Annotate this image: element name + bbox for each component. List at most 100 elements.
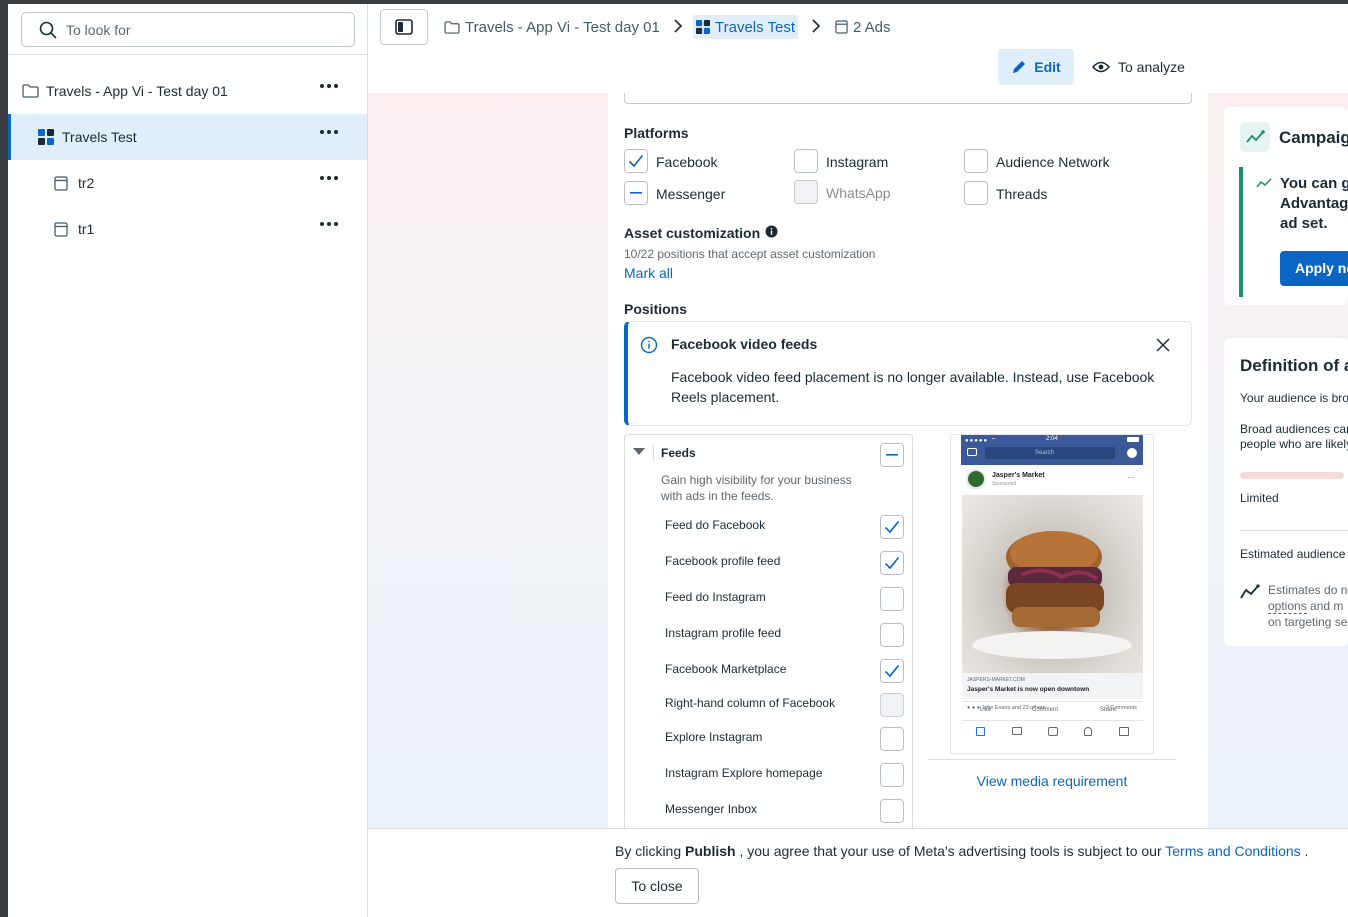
apply-button[interactable]: Apply no bbox=[1280, 251, 1348, 286]
video-tab-icon bbox=[1012, 727, 1022, 735]
more-options-icon[interactable] bbox=[320, 176, 338, 180]
pencil-icon bbox=[1013, 61, 1026, 73]
checkbox-instagram[interactable] bbox=[794, 149, 818, 173]
terms-text: , you agree that your use of Meta's adve… bbox=[735, 843, 1166, 859]
page-avatar bbox=[966, 469, 986, 489]
breadcrumb-campaign[interactable]: Travels - App Vi - Test day 01 bbox=[444, 17, 660, 37]
publish-terms-text: By clicking Publish , you agree that you… bbox=[615, 843, 1308, 859]
placement-label: Instagram Explore homepage bbox=[665, 766, 823, 780]
feeds-group-description: Gain high visibility for your business w… bbox=[661, 473, 852, 503]
check-icon bbox=[884, 664, 900, 678]
page-name: Jasper's Market bbox=[992, 472, 1045, 479]
more-options-icon[interactable] bbox=[320, 222, 338, 226]
edit-button[interactable]: Edit bbox=[998, 49, 1074, 85]
placement-checkbox[interactable] bbox=[880, 623, 904, 647]
checkbox-messenger[interactable] bbox=[624, 181, 648, 205]
placement-checkbox[interactable] bbox=[880, 799, 904, 823]
placement-label: Feed do Facebook bbox=[665, 518, 766, 532]
placement-checkbox[interactable] bbox=[880, 693, 904, 717]
options-link[interactable]: options bbox=[1268, 599, 1307, 614]
sidebar: Travels - App Vi - Test day 01 Travels T… bbox=[8, 4, 368, 917]
caret-down-icon[interactable] bbox=[633, 448, 645, 456]
placement-checkbox[interactable] bbox=[880, 659, 904, 683]
sidebar-item-ad-tr1[interactable]: tr1 bbox=[8, 206, 367, 252]
checkbox-audience-network[interactable] bbox=[964, 149, 988, 173]
like-action: Like bbox=[980, 707, 992, 713]
check-icon bbox=[884, 520, 900, 534]
mark-all-link[interactable]: Mark all bbox=[624, 265, 673, 281]
minus-icon bbox=[630, 192, 642, 194]
window-left-edge bbox=[0, 4, 8, 917]
sidebar-item-campaign[interactable]: Travels - App Vi - Test day 01 bbox=[8, 68, 367, 114]
terms-and-conditions-link[interactable]: Terms and Conditions bbox=[1165, 843, 1300, 859]
platform-label-whatsapp: WhatsApp bbox=[826, 185, 891, 201]
more-options-icon[interactable] bbox=[320, 84, 338, 88]
terms-text: By clicking bbox=[615, 843, 686, 859]
checkbox-threads[interactable] bbox=[964, 181, 988, 205]
estimated-audience-label: Estimated audience bbox=[1240, 547, 1346, 561]
audience-text: Broad audiences car bbox=[1240, 422, 1348, 436]
checkbox-whatsapp[interactable] bbox=[794, 180, 818, 204]
search-icon bbox=[39, 21, 57, 38]
info-filled-icon[interactable] bbox=[765, 225, 778, 238]
audience-text: Your audience is bro bbox=[1240, 391, 1348, 405]
toggle-sidebar-button[interactable] bbox=[380, 9, 428, 45]
placement-checkbox[interactable] bbox=[880, 515, 904, 539]
campaign-card-text: You can ge Advantag ad set. bbox=[1280, 174, 1348, 234]
burger-image bbox=[962, 495, 1143, 673]
terms-text: . bbox=[1300, 843, 1309, 859]
checkbox-facebook[interactable] bbox=[624, 149, 648, 173]
folder-icon bbox=[444, 20, 460, 34]
sidebar-item-label: Travels Test bbox=[62, 129, 137, 145]
messenger-icon bbox=[1127, 448, 1137, 458]
campaign-card-line: Advantag bbox=[1280, 195, 1348, 212]
sidebar-item-adset[interactable]: Travels Test bbox=[8, 114, 367, 160]
sidebar-item-ad-tr2[interactable]: tr2 bbox=[8, 160, 367, 206]
campaign-card-line: ad set. bbox=[1280, 215, 1328, 232]
facebook-video-feeds-notice: Facebook video feeds Facebook video feed… bbox=[624, 321, 1192, 426]
search-input[interactable] bbox=[64, 20, 324, 39]
scrolled-input-field[interactable] bbox=[624, 93, 1192, 104]
audience-text: people who are likely bbox=[1240, 437, 1348, 451]
audience-definition-card: Definition of au Your audience is bro Br… bbox=[1224, 338, 1348, 646]
positions-title: Positions bbox=[624, 301, 688, 317]
search-box[interactable] bbox=[21, 12, 355, 47]
trend-icon bbox=[1240, 122, 1270, 152]
placement-label: Facebook Marketplace bbox=[665, 662, 787, 676]
menu-tab-icon bbox=[1119, 727, 1129, 736]
minus-icon bbox=[886, 454, 898, 456]
placement-checkbox[interactable] bbox=[880, 763, 904, 787]
feeds-group-checkbox[interactable] bbox=[880, 443, 904, 467]
sidebar-item-label: tr1 bbox=[78, 221, 95, 237]
post-more-icon: ··· bbox=[1127, 473, 1135, 482]
asset-customization-subtitle: 10/22 positions that accept asset custom… bbox=[624, 247, 876, 261]
breadcrumb-ads[interactable]: 2 Ads bbox=[835, 17, 891, 37]
battery-icon bbox=[1127, 437, 1139, 442]
placement-checkbox[interactable] bbox=[880, 727, 904, 751]
estimate-note: options and m bbox=[1268, 599, 1343, 614]
platform-label-instagram: Instagram bbox=[826, 154, 889, 170]
sidebar-item-label: tr2 bbox=[78, 175, 95, 191]
more-options-icon[interactable] bbox=[320, 130, 338, 134]
platform-label-threads: Threads bbox=[996, 186, 1048, 202]
placement-checkbox[interactable] bbox=[880, 551, 904, 575]
placement-checkbox[interactable] bbox=[880, 587, 904, 611]
folder-icon bbox=[22, 84, 39, 98]
placement-label: Facebook profile feed bbox=[665, 554, 781, 568]
placement-label: Messenger Inbox bbox=[665, 802, 758, 816]
placement-label: Feed do Instagram bbox=[665, 590, 766, 604]
divider bbox=[962, 720, 1143, 721]
close-icon[interactable] bbox=[1156, 338, 1170, 352]
ad-preview-phone: ●●●●● ⌔ 2:04 Search Jasper's Market Spon… bbox=[950, 434, 1154, 754]
analyze-button[interactable]: To analyze bbox=[1092, 49, 1185, 85]
breadcrumb-adset[interactable]: Travels Test bbox=[693, 15, 799, 39]
view-media-requirement-link[interactable]: View media requirement bbox=[928, 773, 1176, 789]
placement-label: Right-hand column of Facebook bbox=[665, 696, 836, 710]
ad-icon bbox=[54, 175, 68, 191]
close-button[interactable]: To close bbox=[615, 868, 699, 904]
campaign-card-line: You can ge bbox=[1280, 175, 1348, 192]
divider bbox=[1240, 530, 1348, 531]
notifications-tab-icon bbox=[1084, 727, 1092, 736]
accent-bar bbox=[1239, 167, 1243, 297]
sidebar-panel-icon bbox=[395, 19, 413, 35]
